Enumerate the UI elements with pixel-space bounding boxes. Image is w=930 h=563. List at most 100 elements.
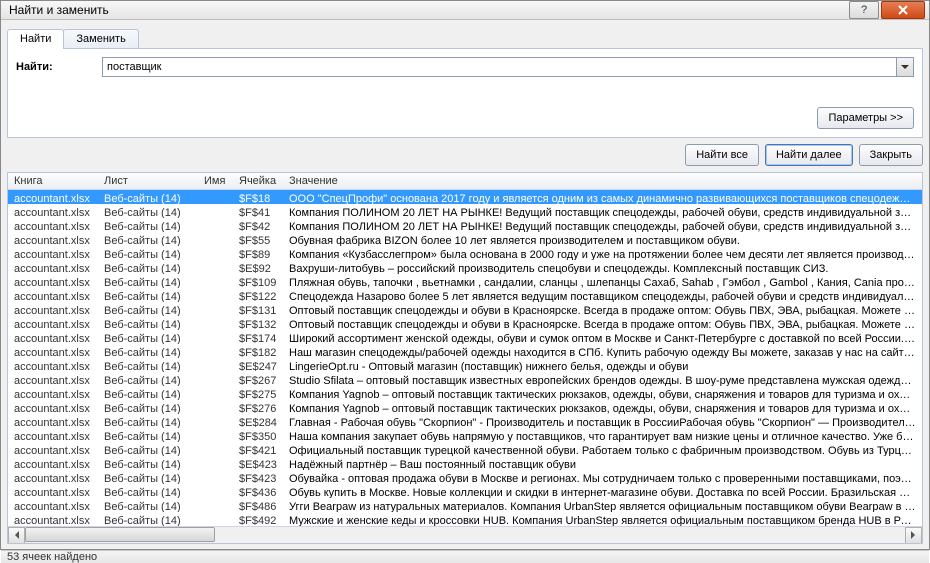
cell-name xyxy=(198,218,233,232)
cell-book: accountant.xlsx xyxy=(8,470,98,484)
cell-value: Вахруши-литобувь – российский производит… xyxy=(283,260,922,274)
cell-value: Обувайка - оптовая продажа обуви в Москв… xyxy=(283,470,922,484)
table-row[interactable]: accountant.xlsxВеб-сайты (14)$F$436Обувь… xyxy=(8,484,922,498)
status-bar: 53 ячеек найдено xyxy=(1,550,929,563)
scroll-track[interactable] xyxy=(25,527,905,544)
cell-sheet: Веб-сайты (14) xyxy=(98,274,198,288)
table-row[interactable]: accountant.xlsxВеб-сайты (14)$E$284Главн… xyxy=(8,414,922,428)
col-book[interactable]: Книга xyxy=(8,173,98,189)
cell-ref: $F$421 xyxy=(233,442,283,456)
table-row[interactable]: accountant.xlsxВеб-сайты (14)$F$42Компан… xyxy=(8,218,922,232)
table-row[interactable]: accountant.xlsxВеб-сайты (14)$F$275Компа… xyxy=(8,386,922,400)
table-row[interactable]: accountant.xlsxВеб-сайты (14)$F$182Наш м… xyxy=(8,344,922,358)
cell-name xyxy=(198,484,233,498)
cell-name xyxy=(198,456,233,470)
cell-value: Угги Bearpaw из натуральных материалов. … xyxy=(283,498,922,512)
tab-replace[interactable]: Заменить xyxy=(63,29,138,48)
cell-sheet: Веб-сайты (14) xyxy=(98,288,198,302)
cell-book: accountant.xlsx xyxy=(8,386,98,400)
table-row[interactable]: accountant.xlsxВеб-сайты (14)$F$421Офици… xyxy=(8,442,922,456)
cell-name xyxy=(198,204,233,218)
cell-book: accountant.xlsx xyxy=(8,190,98,204)
cell-book: accountant.xlsx xyxy=(8,204,98,218)
table-row[interactable]: accountant.xlsxВеб-сайты (14)$F$55Обувна… xyxy=(8,232,922,246)
cell-value: Studio Sfilata – оптовый поставщик извес… xyxy=(283,372,922,386)
cell-sheet: Веб-сайты (14) xyxy=(98,316,198,330)
help-button[interactable] xyxy=(849,1,879,19)
cell-value: Компания ПОЛИНОМ 20 ЛЕТ НА РЫНКЕ! Ведущи… xyxy=(283,218,922,232)
table-row[interactable]: accountant.xlsxВеб-сайты (14) $F$423Обува… xyxy=(8,470,922,484)
cell-name xyxy=(198,288,233,302)
find-combo xyxy=(102,57,914,77)
cell-book: accountant.xlsx xyxy=(8,274,98,288)
table-row[interactable]: accountant.xlsxВеб-сайты (14)$F$41Компан… xyxy=(8,204,922,218)
cell-book: accountant.xlsx xyxy=(8,288,98,302)
table-row[interactable]: accountant.xlsxВеб-сайты (14) $E$92Вахруш… xyxy=(8,260,922,274)
tab-find[interactable]: Найти xyxy=(7,29,64,49)
table-row[interactable]: accountant.xlsxВеб-сайты (14)$F$276Компа… xyxy=(8,400,922,414)
table-row[interactable]: accountant.xlsxВеб-сайты (14)$F$174Широк… xyxy=(8,330,922,344)
col-cell[interactable]: Ячейка xyxy=(233,173,283,189)
cell-sheet: Веб-сайты (14) xyxy=(98,512,198,526)
dropdown-arrow[interactable] xyxy=(896,58,913,76)
col-name[interactable]: Имя xyxy=(198,173,233,189)
cell-book: accountant.xlsx xyxy=(8,302,98,316)
cell-name xyxy=(198,428,233,442)
cell-book: accountant.xlsx xyxy=(8,372,98,386)
find-input[interactable] xyxy=(102,57,914,77)
cell-book: accountant.xlsx xyxy=(8,330,98,344)
scroll-left-button[interactable] xyxy=(8,527,25,544)
close-button[interactable]: Закрыть xyxy=(859,144,923,166)
cell-name xyxy=(198,442,233,456)
cell-sheet: Веб-сайты (14) xyxy=(98,344,198,358)
table-row[interactable]: accountant.xlsxВеб-сайты (14)$F$132Оптов… xyxy=(8,316,922,330)
cell-ref: $F$486 xyxy=(233,498,283,512)
cell-book: accountant.xlsx xyxy=(8,260,98,274)
cell-ref: $F$109 xyxy=(233,274,283,288)
table-row[interactable]: accountant.xlsxВеб-сайты (14)$F$109Пляжн… xyxy=(8,274,922,288)
cell-name xyxy=(198,232,233,246)
cell-ref: $F$267 xyxy=(233,372,283,386)
cell-book: accountant.xlsx xyxy=(8,512,98,526)
table-row[interactable]: accountant.xlsxВеб-сайты (14)$F$492Мужск… xyxy=(8,512,922,526)
table-row[interactable]: accountant.xlsxВеб-сайты (14)$F$18ООО "С… xyxy=(8,190,922,204)
cell-value: Компания ПОЛИНОМ 20 ЛЕТ НА РЫНКЕ! Ведущи… xyxy=(283,204,922,218)
cell-name xyxy=(198,386,233,400)
cell-sheet: Веб-сайты (14) xyxy=(98,260,198,274)
horizontal-scrollbar[interactable] xyxy=(8,526,922,543)
cell-ref: $F$275 xyxy=(233,386,283,400)
table-row[interactable]: accountant.xlsxВеб-сайты (14)$E$423Надёж… xyxy=(8,456,922,470)
table-row[interactable]: accountant.xlsxВеб-сайты (14)$E$247Linge… xyxy=(8,358,922,372)
cell-sheet: Веб-сайты (14) xyxy=(98,470,198,484)
cell-value: ООО "СпецПрофи" основана 2017 году и явл… xyxy=(283,190,922,204)
find-panel: Найти: Параметры >> xyxy=(7,49,923,138)
results-body[interactable]: accountant.xlsxВеб-сайты (14)$F$18ООО "С… xyxy=(8,190,922,526)
find-next-button[interactable]: Найти далее xyxy=(765,144,853,166)
cell-ref: $F$276 xyxy=(233,400,283,414)
cell-ref: $F$122 xyxy=(233,288,283,302)
table-row[interactable]: accountant.xlsxВеб-сайты (14)$F$267Studi… xyxy=(8,372,922,386)
scroll-thumb[interactable] xyxy=(25,527,215,542)
cell-sheet: Веб-сайты (14) xyxy=(98,232,198,246)
col-sheet[interactable]: Лист xyxy=(98,173,198,189)
params-button[interactable]: Параметры >> xyxy=(817,107,914,129)
table-row[interactable]: accountant.xlsxВеб-сайты (14)$F$89Компан… xyxy=(8,246,922,260)
table-row[interactable]: accountant.xlsxВеб-сайты (14)$F$122Спецо… xyxy=(8,288,922,302)
cell-value: Главная - Рабочая обувь "Скорпион" - Про… xyxy=(283,414,922,428)
dialog: Найти и заменить Найти Заменить Найти: П… xyxy=(0,0,930,550)
cell-book: accountant.xlsx xyxy=(8,232,98,246)
find-all-button[interactable]: Найти все xyxy=(685,144,759,166)
col-value[interactable]: Значение xyxy=(283,173,922,189)
cell-ref: $F$423 xyxy=(233,470,283,484)
scroll-right-button[interactable] xyxy=(905,527,922,544)
status-text: 53 ячеек найдено xyxy=(7,551,97,563)
close-window-button[interactable] xyxy=(881,1,925,19)
table-row[interactable]: accountant.xlsxВеб-сайты (14)$F$486Угги … xyxy=(8,498,922,512)
cell-ref: $F$42 xyxy=(233,218,283,232)
cell-ref: $F$131 xyxy=(233,302,283,316)
cell-value: Официальный поставщик турецкой качествен… xyxy=(283,442,922,456)
table-row[interactable]: accountant.xlsxВеб-сайты (14)$F$350Наша … xyxy=(8,428,922,442)
cell-ref: $E$92 xyxy=(233,260,283,274)
table-row[interactable]: accountant.xlsxВеб-сайты (14)$F$131Оптов… xyxy=(8,302,922,316)
cell-value: Компания Yagnob – оптовый поставщик такт… xyxy=(283,386,922,400)
